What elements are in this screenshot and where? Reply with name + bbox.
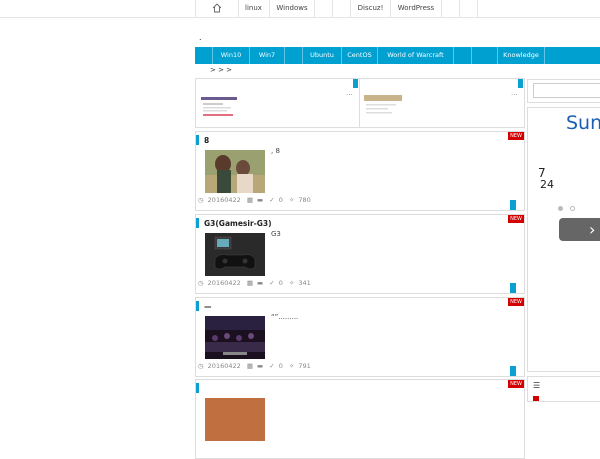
- article-thumbnail[interactable]: [205, 316, 265, 359]
- category-world-of-warcraft[interactable]: World of Warcraft: [378, 47, 454, 64]
- list-icon: ☰: [533, 381, 541, 390]
- nav-linux[interactable]: linux: [238, 0, 270, 17]
- sidebar-slider: Sun 7 24 ›: [527, 107, 600, 372]
- nav-windows[interactable]: Windows: [270, 0, 315, 17]
- article-meta: ◷ 20160422 ▦ ▬ ✓ 0 ✧ 780: [198, 196, 315, 204]
- comment-icon: ▬: [257, 196, 264, 204]
- category-empty[interactable]: [195, 47, 213, 64]
- article-title[interactable]: —: [204, 302, 212, 311]
- brand-logo: Sun: [566, 112, 600, 134]
- more-icon[interactable]: ···: [346, 91, 353, 99]
- red-marker: [533, 396, 539, 401]
- article-excerpt: , 8: [271, 147, 280, 155]
- comment-icon: ▬: [257, 279, 264, 287]
- article-title[interactable]: 8: [204, 136, 209, 145]
- article-card: 8 NEW , 8 ◷ 20160422 ▦ ▬ ✓ 0 ✧ 780: [195, 131, 525, 211]
- view-count: 341: [298, 279, 311, 287]
- article-meta: ◷ 20160422 ▦ ▬ ✓ 0 ✧ 791: [198, 362, 315, 370]
- top-nav: linux Windows Discuz! WordPress: [0, 0, 600, 18]
- article-date: 20160422: [207, 279, 241, 287]
- top-post[interactable]: ···: [360, 79, 524, 127]
- corner-marker: [510, 283, 516, 293]
- article-thumbnail[interactable]: [205, 398, 265, 441]
- like-icon: ✓: [269, 279, 275, 287]
- like-icon: ✓: [269, 362, 275, 370]
- top-post-thumbnail[interactable]: [201, 95, 237, 119]
- slider-dot-active[interactable]: [558, 206, 563, 211]
- new-badge: NEW: [508, 215, 524, 223]
- article-card: G3(Gamesir-G3) NEW G3 ◷ 20160422 ▦ ▬ ✓ 0 ✧ 3…: [195, 214, 525, 294]
- article-title[interactable]: G3(Gamesir-G3): [204, 219, 272, 228]
- view-count: 791: [298, 362, 311, 370]
- category-ubuntu[interactable]: Ubuntu: [303, 47, 342, 64]
- clock-icon: ◷: [198, 362, 204, 370]
- article-date: 20160422: [207, 196, 241, 204]
- comment-count: 0: [278, 362, 283, 370]
- category-win10[interactable]: Win10: [213, 47, 250, 64]
- category-icon: ▦: [246, 279, 253, 287]
- title-accent: [196, 218, 199, 228]
- breadcrumb: > > >: [210, 66, 233, 74]
- new-badge: NEW: [508, 380, 524, 388]
- search-input[interactable]: [533, 83, 600, 98]
- category-bar: Win10 Win7 Ubuntu CentOS World of Warcra…: [195, 47, 600, 64]
- article-date: 20160422: [207, 362, 241, 370]
- article-thumbnail[interactable]: [205, 233, 265, 276]
- nav-item-empty[interactable]: [333, 0, 351, 17]
- title-accent: [196, 383, 199, 393]
- home-icon: [212, 3, 222, 13]
- category-icon: ▦: [246, 362, 253, 370]
- views-icon: ✧: [288, 196, 295, 204]
- nav-item-empty[interactable]: [315, 0, 333, 17]
- category-win7[interactable]: Win7: [250, 47, 285, 64]
- views-icon: ✧: [288, 362, 295, 370]
- top-posts-panel: ··· ···: [195, 78, 525, 128]
- search-box: [527, 79, 600, 103]
- article-excerpt: “”.........: [271, 313, 299, 321]
- title-accent: [196, 301, 199, 311]
- category-empty[interactable]: [454, 47, 472, 64]
- slider-dot[interactable]: [570, 206, 575, 211]
- top-post-marker: [518, 79, 523, 88]
- new-badge: NEW: [508, 132, 524, 140]
- clock-icon: ◷: [198, 196, 204, 204]
- top-post-thumbnail[interactable]: [364, 95, 402, 119]
- title-accent: [196, 135, 199, 145]
- home-link[interactable]: [195, 0, 239, 17]
- view-count: 780: [298, 196, 311, 204]
- article-thumbnail[interactable]: [205, 150, 265, 193]
- category-centos[interactable]: CentOS: [342, 47, 378, 64]
- like-icon: ✓: [269, 196, 275, 204]
- page-marker: .: [199, 33, 202, 42]
- article-excerpt: G3: [271, 230, 281, 238]
- next-arrow-button[interactable]: ›: [559, 218, 600, 241]
- views-icon: ✧: [288, 279, 295, 287]
- corner-marker: [510, 200, 516, 210]
- nav-discuz[interactable]: Discuz!: [351, 0, 391, 17]
- comment-count: 0: [278, 279, 283, 287]
- comment-count: 0: [278, 196, 283, 204]
- more-icon[interactable]: ···: [511, 91, 518, 99]
- nav-item-empty[interactable]: [442, 0, 460, 17]
- article-card: — NEW “”......... ◷ 20160422 ▦ ▬ ✓ 0 ✧ 791: [195, 297, 525, 377]
- new-badge: NEW: [508, 298, 524, 306]
- nav-item-empty[interactable]: [460, 0, 478, 17]
- corner-marker: [510, 366, 516, 376]
- category-icon: ▦: [246, 196, 253, 204]
- category-knowledge[interactable]: Knowledge: [498, 47, 545, 64]
- slide-number: 24: [540, 178, 554, 191]
- top-post[interactable]: ···: [196, 79, 360, 127]
- article-card: NEW: [195, 379, 525, 459]
- nav-wordpress[interactable]: WordPress: [391, 0, 442, 17]
- comment-icon: ▬: [257, 362, 264, 370]
- article-meta: ◷ 20160422 ▦ ▬ ✓ 0 ✧ 341: [198, 279, 315, 287]
- top-post-marker: [353, 79, 358, 88]
- category-empty[interactable]: [472, 47, 498, 64]
- category-empty[interactable]: [285, 47, 303, 64]
- sidebar-list-widget: ☰: [527, 376, 600, 402]
- clock-icon: ◷: [198, 279, 204, 287]
